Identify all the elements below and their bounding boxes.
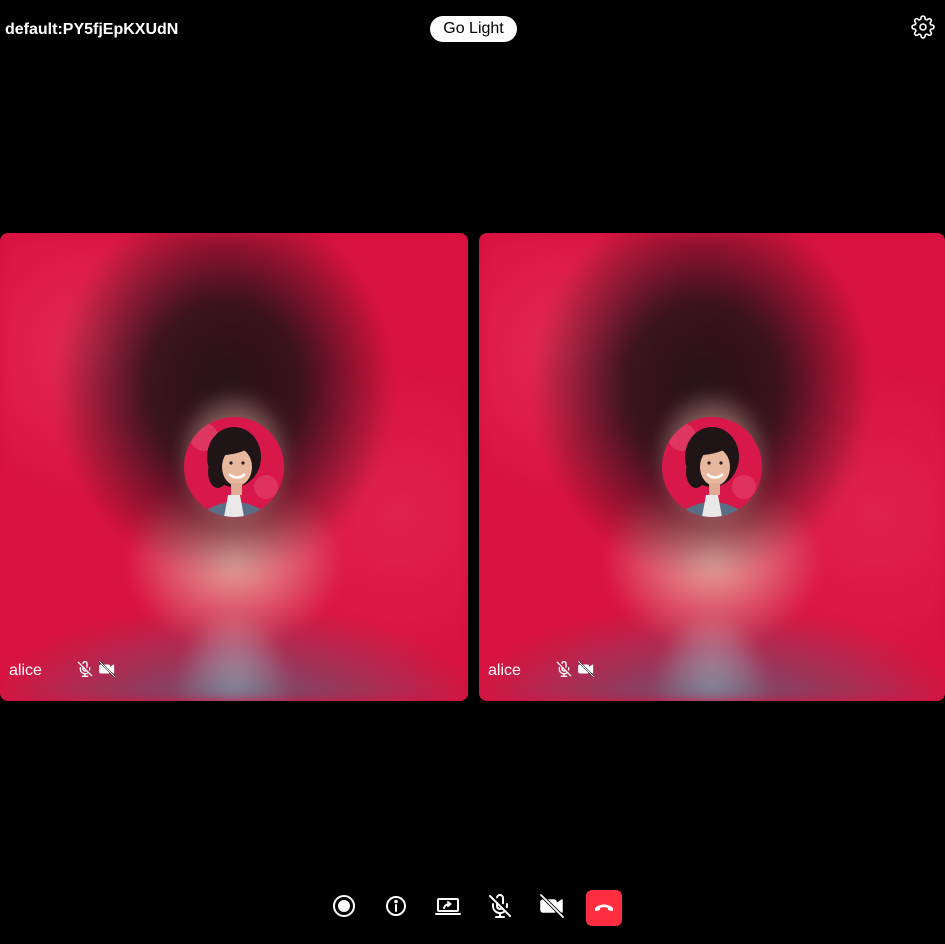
- video-off-icon: [539, 892, 565, 923]
- room-name: default:PY5fjEpKXUdN: [5, 21, 179, 38]
- screen-share-icon: [435, 894, 461, 923]
- participant-status: [556, 661, 594, 677]
- call-controls: [326, 890, 622, 926]
- avatar: [184, 417, 284, 517]
- mic-off-icon: [488, 893, 512, 923]
- mic-toggle-button[interactable]: [482, 890, 518, 926]
- record-icon: [332, 894, 356, 923]
- info-icon: [384, 894, 408, 923]
- leave-call-button[interactable]: [586, 890, 622, 926]
- phone-hangup-icon: [592, 894, 616, 923]
- mic-off-icon: [556, 661, 572, 677]
- info-button[interactable]: [378, 890, 414, 926]
- theme-toggle-button[interactable]: Go Light: [430, 16, 517, 42]
- participant-tile[interactable]: alice: [479, 233, 945, 701]
- video-call-app: default:PY5fjEpKXUdN Go Light alice alic…: [0, 0, 945, 944]
- screen-share-button[interactable]: [430, 890, 466, 926]
- settings-button[interactable]: [910, 14, 936, 44]
- participant-tile[interactable]: alice: [0, 233, 468, 701]
- camera-toggle-button[interactable]: [534, 890, 570, 926]
- participant-name: alice: [9, 662, 42, 679]
- participant-name: alice: [488, 662, 521, 679]
- avatar: [662, 417, 762, 517]
- participant-status: [77, 661, 115, 677]
- record-button[interactable]: [326, 890, 362, 926]
- gear-icon: [911, 14, 935, 44]
- video-off-icon: [578, 661, 594, 677]
- mic-off-icon: [77, 661, 93, 677]
- video-off-icon: [99, 661, 115, 677]
